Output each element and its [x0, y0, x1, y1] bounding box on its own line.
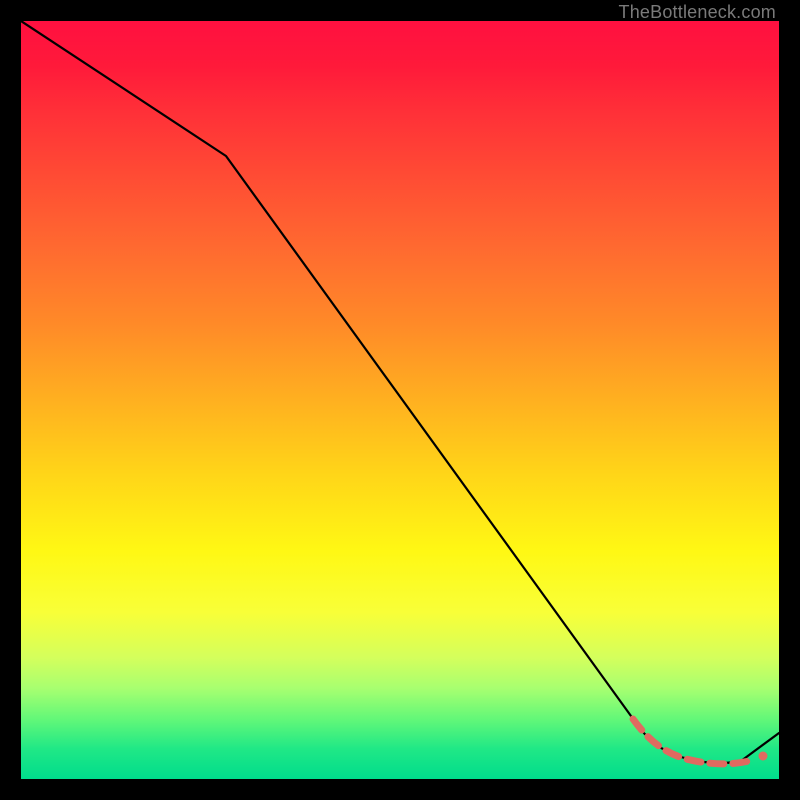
marker-end-dot: [759, 752, 768, 761]
bottleneck-curve-line: [21, 21, 779, 763]
plot-frame: [21, 21, 779, 779]
marker-cluster: [633, 719, 749, 764]
watermark-text: TheBottleneck.com: [619, 2, 776, 23]
bottleneck-chart: [21, 21, 779, 779]
